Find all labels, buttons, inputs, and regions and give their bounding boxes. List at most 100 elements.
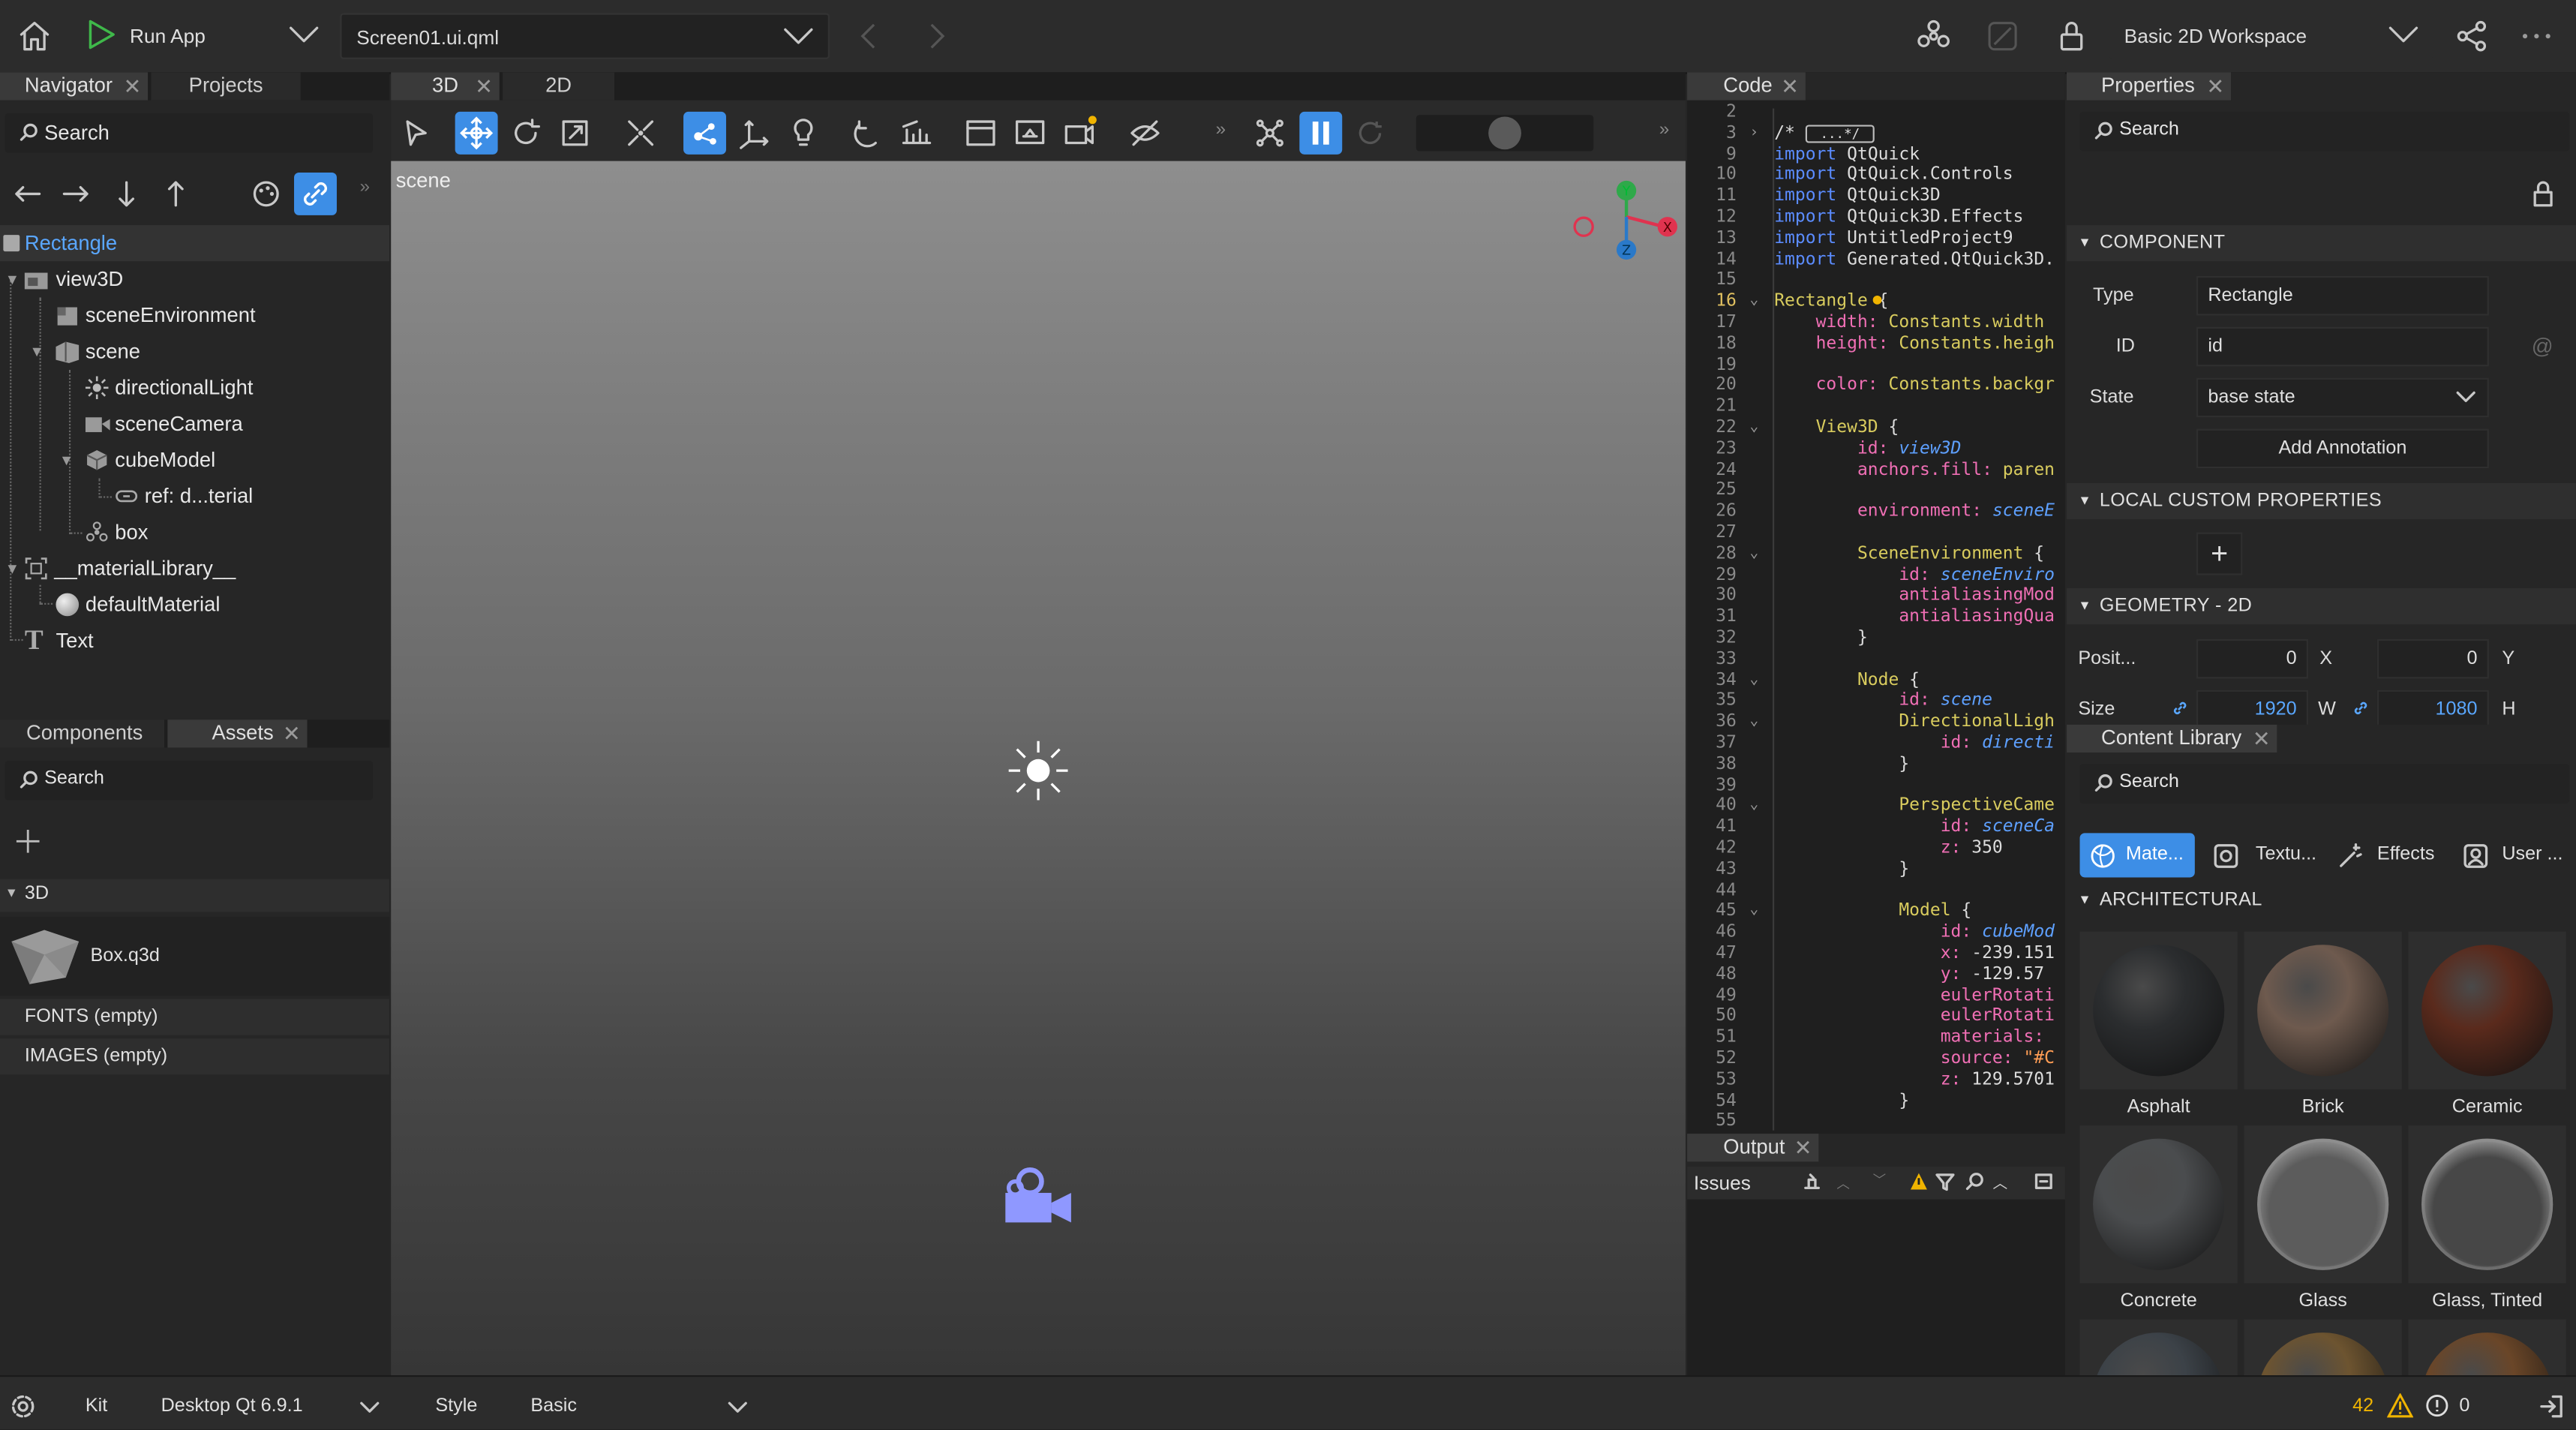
- add-property-button[interactable]: +: [2196, 532, 2243, 575]
- toolbar-overflow-icon[interactable]: »: [1659, 120, 1669, 140]
- camera-view-button[interactable]: [1009, 112, 1052, 155]
- fold-toggle-icon[interactable]: ›: [1749, 123, 1758, 144]
- close-icon[interactable]: ✕: [123, 72, 141, 100]
- material-tile[interactable]: [2244, 1125, 2402, 1284]
- aspect-link-icon[interactable]: [2170, 698, 2190, 718]
- background-color-button[interactable]: [959, 112, 1002, 155]
- aspect-link-icon[interactable]: [2351, 698, 2370, 718]
- issues-list[interactable]: [1687, 1199, 2065, 1376]
- select-tool-button[interactable]: [395, 112, 437, 155]
- move-tool-button[interactable]: [455, 111, 498, 155]
- tab-code[interactable]: Code ✕: [1687, 72, 1806, 101]
- close-icon[interactable]: ✕: [475, 72, 493, 100]
- close-icon[interactable]: ✕: [1781, 72, 1799, 100]
- 3d-scene-canvas[interactable]: scene Y X Z: [391, 161, 1686, 1376]
- component-section-header[interactable]: ▼ COMPONENT: [2067, 225, 2576, 262]
- close-icon[interactable]: ✕: [1794, 1134, 1812, 1161]
- height-field[interactable]: 1080: [2376, 689, 2489, 730]
- asset-box-q3d[interactable]: Box.q3d: [0, 917, 390, 996]
- collapse-up-icon[interactable]: ︿: [1992, 1171, 2007, 1192]
- share-network-icon[interactable]: [1916, 18, 1952, 54]
- tab-components[interactable]: Components: [0, 720, 164, 748]
- tab-materials[interactable]: Mate...: [2079, 833, 2195, 878]
- collapse-arrow-icon[interactable]: ▼: [29, 334, 44, 370]
- tab-effects[interactable]: Effects: [2336, 833, 2454, 877]
- assets-search-input[interactable]: Search: [5, 760, 374, 801]
- tab-2d[interactable]: 2D: [503, 72, 615, 101]
- alias-export-icon[interactable]: @: [2532, 334, 2553, 359]
- add-annotation-button[interactable]: Add Annotation: [2196, 428, 2489, 469]
- orientation-toggle-button[interactable]: [683, 111, 726, 155]
- snap-rotate-button[interactable]: [846, 112, 889, 155]
- tab-textures[interactable]: Textu...: [2211, 833, 2330, 877]
- forward-arrow-icon[interactable]: [923, 20, 950, 53]
- palette-icon[interactable]: [250, 178, 283, 211]
- tab-navigator[interactable]: Navigator ✕: [0, 72, 149, 101]
- section-images[interactable]: IMAGES (empty): [0, 1038, 390, 1075]
- fold-toggle-icon[interactable]: ⌄: [1749, 670, 1758, 691]
- content-search-input[interactable]: Search: [2079, 764, 2570, 804]
- warning-count[interactable]: 42: [2352, 1397, 2373, 1416]
- tab-3d[interactable]: 3D ✕: [391, 72, 500, 101]
- state-dropdown[interactable]: base state: [2196, 377, 2489, 418]
- add-asset-icon[interactable]: [14, 827, 43, 856]
- arrow-down-icon[interactable]: [112, 179, 141, 209]
- run-dropdown-chevron-icon[interactable]: [287, 21, 320, 47]
- scale-tool-button[interactable]: [554, 112, 596, 155]
- section-3d-header[interactable]: ▼ 3D: [0, 879, 390, 912]
- orientation-gizmo[interactable]: Y X Z: [1569, 178, 1683, 260]
- home-icon[interactable]: [17, 18, 53, 54]
- back-arrow-icon[interactable]: [856, 20, 882, 53]
- clear-output-icon[interactable]: [2034, 1171, 2053, 1191]
- close-icon[interactable]: ✕: [283, 720, 301, 747]
- filter-icon[interactable]: [1935, 1171, 1955, 1191]
- section-fonts[interactable]: FONTS (empty): [0, 999, 390, 1035]
- tab-user-assets[interactable]: User ...: [2461, 833, 2576, 877]
- slider-handle[interactable]: [1488, 116, 1521, 150]
- visibility-toggle-button[interactable]: [1124, 112, 1166, 155]
- error-count[interactable]: 0: [2459, 1397, 2469, 1416]
- tab-content-library[interactable]: Content Library ✕: [2067, 724, 2277, 753]
- material-tile[interactable]: [2408, 931, 2566, 1089]
- overflow-chevron-icon[interactable]: »: [360, 178, 370, 197]
- tab-assets[interactable]: Assets ✕: [167, 720, 308, 748]
- run-app-button[interactable]: Run App: [86, 18, 299, 54]
- position-y-field[interactable]: 0: [2376, 638, 2489, 679]
- position-x-field[interactable]: 0: [2196, 638, 2308, 679]
- scene-camera-gizmo-icon[interactable]: [1002, 1167, 1074, 1229]
- particle-speed-slider[interactable]: [1416, 115, 1594, 152]
- exit-icon[interactable]: [2538, 1393, 2565, 1419]
- grid-snap-button[interactable]: [896, 112, 938, 155]
- lightbulb-icon[interactable]: ●: [1873, 291, 1882, 312]
- fold-toggle-icon[interactable]: ⌄: [1749, 901, 1758, 922]
- material-tile[interactable]: [2408, 1319, 2566, 1376]
- material-tile[interactable]: [2079, 1125, 2238, 1284]
- material-tile[interactable]: [2244, 931, 2402, 1089]
- arrow-up-icon[interactable]: [161, 179, 191, 209]
- workspace-selector[interactable]: Basic 2D Workspace: [2109, 13, 2433, 59]
- close-icon[interactable]: ✕: [2206, 72, 2224, 100]
- geometry-section-header[interactable]: ▼ GEOMETRY - 2D: [2067, 588, 2576, 625]
- reset-particles-button[interactable]: [1349, 112, 1392, 155]
- material-tile[interactable]: [2079, 1319, 2238, 1376]
- kit-selector[interactable]: Desktop Qt 6.9.1: [151, 1386, 387, 1422]
- lock-icon[interactable]: [2055, 18, 2088, 54]
- toolbar-overflow-icon[interactable]: »: [1216, 120, 1226, 140]
- warning-icon[interactable]: [2387, 1393, 2414, 1418]
- fold-toggle-icon[interactable]: ⌄: [1749, 417, 1758, 438]
- tab-projects[interactable]: Projects: [151, 72, 301, 101]
- disabled-tool-icon[interactable]: [1985, 18, 2021, 54]
- issues-label[interactable]: Issues: [1694, 1171, 1751, 1194]
- warning-filter-icon[interactable]: [1909, 1171, 1929, 1191]
- arrow-right-icon[interactable]: [61, 179, 90, 209]
- camera-toggle-button[interactable]: [1058, 112, 1100, 155]
- fit-view-button[interactable]: [620, 112, 662, 155]
- more-options-icon[interactable]: [2518, 18, 2554, 54]
- pause-animation-button[interactable]: [1299, 111, 1343, 155]
- settings-gear-icon[interactable]: [10, 1393, 36, 1419]
- material-tile[interactable]: [2408, 1125, 2566, 1284]
- next-issue-icon[interactable]: ﹀: [1873, 1171, 1887, 1189]
- search-icon[interactable]: [1965, 1171, 1984, 1191]
- light-toggle-button[interactable]: [782, 112, 824, 155]
- global-axis-button[interactable]: [733, 112, 776, 155]
